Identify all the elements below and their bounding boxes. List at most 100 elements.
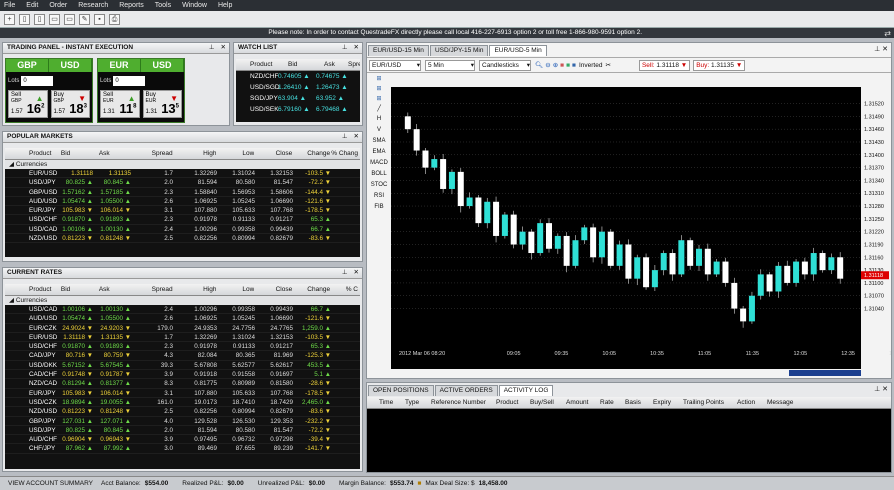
lots-input[interactable]: 0: [113, 76, 146, 86]
crosshair-icon[interactable]: ⊞: [369, 75, 389, 85]
pin-icon[interactable]: ⊥: [209, 44, 215, 51]
pin-icon[interactable]: ⊥: [342, 269, 348, 276]
pin-icon[interactable]: ⊥: [342, 44, 348, 51]
symbol-select[interactable]: EUR/USD ▾: [369, 59, 421, 71]
scrollbar[interactable]: [789, 370, 861, 376]
menu-order[interactable]: Order: [49, 2, 67, 9]
tool-fib[interactable]: FIB: [369, 204, 389, 215]
table-row[interactable]: USD/CAD 1.00106 ▲ 1.00130 ▲ 2.4 1.00296 0.993…: [5, 305, 360, 315]
col-message[interactable]: Message: [767, 397, 807, 408]
col-high[interactable]: High: [173, 148, 216, 159]
menu-tools[interactable]: Tools: [155, 2, 171, 9]
col-bid[interactable]: Bid: [57, 148, 95, 159]
buy-button[interactable]: Buy EUR ▼ 1.31 135: [142, 90, 182, 118]
tab-chart-3[interactable]: EUR/USD-5 Min: [489, 45, 547, 56]
tab-activity-log[interactable]: ACTIVITY LOG: [498, 385, 554, 396]
col-spread[interactable]: Spre: [348, 59, 360, 70]
col-change[interactable]: Change: [292, 284, 330, 295]
list-item[interactable]: USD/SEK 6.79160 ▲ 6.79468 ▲: [236, 104, 360, 115]
close-icon[interactable]: ✕: [354, 269, 359, 276]
properties-icon[interactable]: ■: [566, 62, 570, 69]
col-low[interactable]: Low: [216, 284, 254, 295]
line-icon[interactable]: ╱: [369, 105, 389, 116]
chart-settings-icon[interactable]: ■: [560, 62, 564, 69]
tab-active-orders[interactable]: ACTIVE ORDERS: [434, 385, 498, 396]
lots-input[interactable]: 0: [21, 76, 54, 86]
sell-button[interactable]: Sell EUR ▲ 1.31 118: [100, 90, 140, 118]
col-high[interactable]: High: [173, 284, 216, 295]
group-row[interactable]: ◢ Currencies: [5, 160, 360, 169]
table-row[interactable]: USD/DKK 5.67152 ▲ 5.67545 ▲ 39.3 5.67808 5.62…: [5, 361, 360, 371]
list-item[interactable]: NZD/CHF 0.74605 ▲ 0.74675 ▲: [236, 71, 360, 82]
menu-file[interactable]: File: [4, 2, 15, 9]
menu-help[interactable]: Help: [218, 2, 232, 9]
refresh-icon[interactable]: ⇄: [884, 29, 891, 38]
col-trailing-points[interactable]: Trailing Points: [683, 397, 737, 408]
table-row[interactable]: NZD/USD 0.81223 ▼ 0.81248 ▼ 2.5 0.82256 0.809…: [5, 234, 360, 244]
account-summary-link[interactable]: VIEW ACCOUNT SUMMARY: [8, 477, 93, 490]
col-product[interactable]: Product: [5, 284, 57, 295]
list-item[interactable]: USD/SGD 1.26410 ▲ 1.26473 ▲: [236, 82, 360, 93]
tools-icon[interactable]: ✂: [605, 61, 610, 69]
table-row[interactable]: USD/CHF 0.91870 ▲ 0.91893 ▲ 2.3 0.91978 0.911…: [5, 215, 360, 225]
menu-research[interactable]: Research: [78, 2, 108, 9]
col-low[interactable]: Low: [216, 148, 254, 159]
close-icon[interactable]: ✕: [221, 44, 226, 51]
pan-icon[interactable]: ⊞: [369, 95, 389, 105]
tool-rsi[interactable]: RSI: [369, 193, 389, 204]
close-icon[interactable]: ⊥ ✕: [874, 45, 888, 53]
table-row[interactable]: USD/CAD 1.00106 ▲ 1.00130 ▲ 2.4 1.00296 0.993…: [5, 225, 360, 235]
col-basis[interactable]: Basis: [625, 397, 653, 408]
table-row[interactable]: GBP/USD 1.57162 ▲ 1.57185 ▲ 2.3 1.58840 1.569…: [5, 188, 360, 197]
table-row[interactable]: NZD/CAD 0.81294 ▲ 0.81377 ▲ 8.3 0.81775 0.809…: [5, 379, 360, 389]
save-icon[interactable]: ▪: [94, 13, 105, 25]
table-row[interactable]: USD/JPY 80.825 ▲ 80.845 ▲ 2.0 81.594 80.580 81…: [5, 426, 360, 436]
tool-ema[interactable]: EMA: [369, 149, 389, 160]
col-pct-change[interactable]: % Chang: [330, 148, 360, 159]
document-icon[interactable]: ▯: [34, 13, 45, 25]
table-row[interactable]: USD/CHF 0.91870 ▲ 0.91893 ▲ 2.3 0.91978 0.911…: [5, 342, 360, 352]
table-row[interactable]: CHF/JPY 87.962 ▲ 87.992 ▲ 3.0 89.469 87.655 89…: [5, 444, 360, 454]
inverted-toggle[interactable]: Inverted: [579, 62, 603, 69]
zoom-reset-icon[interactable]: ⊕: [553, 61, 558, 69]
sell-button[interactable]: Sell: 1.31118 ▼: [638, 59, 691, 71]
table-row[interactable]: USD/CZK 18.9894 ▲ 19.0055 ▲ 161.0 19.0173 18.…: [5, 398, 360, 408]
export-icon[interactable]: ■: [572, 62, 576, 69]
menu-edit[interactable]: Edit: [26, 2, 38, 9]
col-product[interactable]: Product: [250, 59, 278, 70]
table-row[interactable]: CAD/JPY 80.716 ▼ 80.759 ▼ 4.3 82.084 80.365 81…: [5, 351, 360, 361]
tab-chart-1[interactable]: EUR/USD-15 Min: [368, 45, 429, 56]
window-icon[interactable]: ▭: [64, 13, 75, 25]
col-action[interactable]: Action: [737, 397, 767, 408]
close-icon[interactable]: ⊥ ✕: [874, 385, 888, 393]
tool-sma[interactable]: SMA: [369, 138, 389, 149]
table-row[interactable]: NZD/USD 0.81223 ▼ 0.81248 ▼ 2.5 0.82256 0.809…: [5, 407, 360, 417]
add-icon[interactable]: +: [4, 13, 15, 25]
col-expiry[interactable]: Expiry: [653, 397, 683, 408]
cursor-icon[interactable]: ⊞: [369, 85, 389, 95]
new-document-icon[interactable]: ▯: [19, 13, 30, 25]
sell-button[interactable]: Sell GBP ▲ 1.57 162: [8, 90, 48, 118]
col-product[interactable]: Product: [496, 397, 530, 408]
col-bid[interactable]: Bid: [57, 284, 95, 295]
table-row[interactable]: CAD/CHF 0.91748 ▼ 0.91787 ▼ 3.9 0.91918 0.915…: [5, 370, 360, 380]
style-select[interactable]: Candlesticks ▾: [479, 59, 531, 71]
col-pct-change[interactable]: % C: [330, 284, 360, 295]
print-icon[interactable]: ⎙: [109, 13, 120, 25]
col-ask[interactable]: Ask: [314, 59, 348, 70]
table-row[interactable]: EUR/USD 1.31118 ▼ 1.31135 ▼ 1.7 1.32269 1.310…: [5, 333, 360, 343]
tool-vertical[interactable]: V: [369, 127, 389, 138]
table-row[interactable]: EUR/JPY 105.983 ▼ 106.014 ▼ 3.1 107.880 105.6…: [5, 206, 360, 216]
zoom-out-icon[interactable]: ⊖: [545, 61, 550, 69]
candlestick-chart[interactable]: 1.31520 1.31490 1.31460 1.31430 1.31400 1.313…: [391, 87, 891, 379]
col-reference[interactable]: Reference Number: [431, 397, 496, 408]
col-close[interactable]: Close: [254, 148, 293, 159]
menu-reports[interactable]: Reports: [119, 2, 144, 9]
table-row[interactable]: EUR/USD 1.31118 1.31135 1.7 1.32269 1.31024 1.…: [5, 169, 360, 179]
table-row[interactable]: EUR/CZK 24.9024 ▼ 24.9203 ▼ 179.0 24.9353 24.…: [5, 324, 360, 333]
tool-boll[interactable]: BOLL: [369, 171, 389, 182]
pin-icon[interactable]: ⊥: [342, 133, 348, 140]
zoom-in-icon[interactable]: 🔍︎: [535, 61, 543, 69]
tab-chart-2[interactable]: USD/JPY-15 Min: [429, 45, 489, 56]
close-icon[interactable]: ✕: [354, 44, 359, 51]
